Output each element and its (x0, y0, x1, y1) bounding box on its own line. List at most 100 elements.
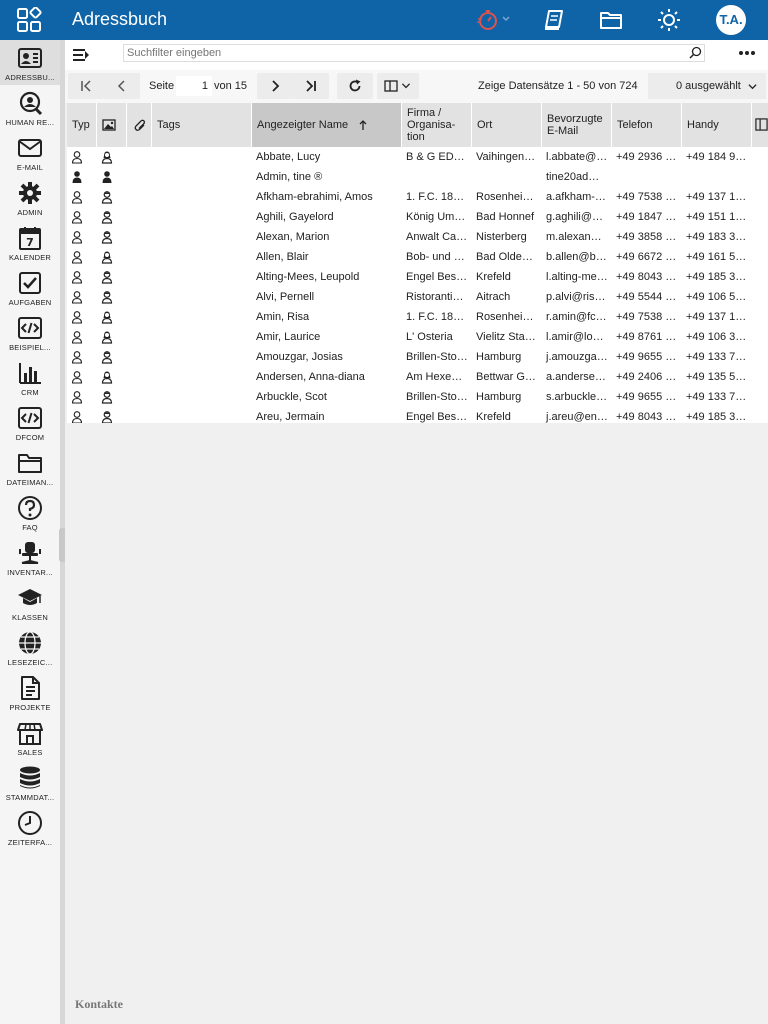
contact-type-icon (72, 171, 82, 183)
app-launcher-icon[interactable] (16, 7, 42, 33)
toggle-tree-button[interactable] (65, 42, 97, 68)
email-cell: s.arbuckle… (546, 391, 608, 403)
sidebar-item-klassen[interactable]: KLASSEN (0, 580, 60, 625)
search-input[interactable] (123, 44, 705, 62)
photo-cell (97, 147, 127, 167)
phone-cell: +49 3858 … (616, 231, 677, 243)
col-email-header[interactable]: Bevorzugte E-Mail (542, 103, 612, 147)
male-avatar-icon (101, 291, 113, 304)
phone-cell: +49 1847 … (616, 211, 677, 223)
table-row[interactable]: Alting-Mees, Leupold Engel Bes… Krefeld l.a… (67, 267, 768, 287)
sidebar-item-dfcom[interactable]: DFCOM (0, 400, 60, 445)
graduation-cap-icon (18, 589, 42, 605)
sidebar-item-lesezeic[interactable]: LESEZEIC... (0, 625, 60, 670)
chevron-down-icon[interactable] (501, 14, 511, 24)
search-icon[interactable] (689, 46, 702, 59)
sidebar-item-projekte[interactable]: PROJEKTE (0, 670, 60, 715)
sun-icon[interactable] (657, 8, 681, 32)
mobile-cell: +49 135 5… (686, 371, 747, 383)
col-type-header[interactable]: Typ (67, 103, 97, 147)
book-icon[interactable] (542, 8, 566, 32)
col-photo-header[interactable] (97, 103, 127, 147)
display-name-cell: Amin, Risa (256, 311, 310, 323)
sidebar-item-label: CRM (21, 388, 39, 397)
first-page-icon (81, 80, 91, 92)
table-row[interactable]: Arbuckle, Scot Brillen-Sto… Hamburg s.arbuc… (67, 387, 768, 407)
col-city-header[interactable]: Ort (472, 103, 542, 147)
phone-cell: +49 7538 … (616, 191, 677, 203)
photo-cell (97, 287, 127, 307)
more-options-icon[interactable] (737, 46, 757, 60)
timer-icon[interactable] (476, 8, 500, 32)
sidebar-item-human-re[interactable]: HUMAN RE... (0, 85, 60, 130)
sidebar-item-label: ADRESSBU... (5, 73, 55, 82)
sidebar-item-adressbu[interactable]: ADRESSBU... (0, 40, 60, 85)
sidebar-item-beispiel[interactable]: BEISPIEL... (0, 310, 60, 355)
table-row[interactable]: Aghili, Gayelord König Um… Bad Honnef g.agh… (67, 207, 768, 227)
sidebar-item-stammdat[interactable]: STAMMDAT... (0, 760, 60, 805)
sidebar-item-sales[interactable]: SALES (0, 715, 60, 760)
display-name-cell: Arbuckle, Scot (256, 391, 327, 403)
table-row[interactable]: Afkham-ebrahimi, Amos 1. F.C. 18… Rosenhei… (67, 187, 768, 207)
sidebar-item-aufgaben[interactable]: AUFGABEN (0, 265, 60, 310)
column-menu-icon[interactable] (755, 118, 768, 131)
male-avatar-icon (101, 191, 113, 204)
office-chair-icon (19, 542, 41, 564)
col-mobile-header[interactable]: Handy (682, 103, 752, 147)
city-cell: Nisterberg (476, 231, 527, 243)
table-row[interactable]: Abbate, Lucy B & G ED… Vaihingen… l.abbate@… (67, 147, 768, 167)
col-display-name-header[interactable]: Angezeigter Name (252, 103, 402, 147)
contacts-grid: Typ Tags Angezeigter Name Firma / Organisa-… (67, 103, 768, 423)
col-attachment-header[interactable] (127, 103, 152, 147)
selection-count-button[interactable]: 0 ausgewählt (648, 73, 766, 99)
user-avatar[interactable]: T.A. (716, 5, 746, 35)
sidebar-item-faq[interactable]: FAQ (0, 490, 60, 535)
sidebar-item-admin[interactable]: ADMIN (0, 175, 60, 220)
chevron-down-icon (401, 83, 411, 89)
table-row[interactable]: Andersen, Anna-diana Am Hexe… Bettwar G… a.… (67, 367, 768, 387)
column-header-label: Angezeigter Name (257, 119, 349, 131)
sidebar-item-zeiterfa[interactable]: ZEITERFA... (0, 805, 60, 850)
sidebar-item-kalender[interactable]: 7 KALENDER (0, 220, 60, 265)
city-cell: Vaihingen… (476, 151, 536, 163)
col-company-header[interactable]: Firma / Organisa-tion (402, 103, 472, 147)
sidebar-item-crm[interactable]: CRM (0, 355, 60, 400)
refresh-button[interactable] (337, 73, 373, 99)
company-cell: 1. F.C. 18… (406, 191, 465, 203)
table-row[interactable]: Amir, Laurice L' Osteria Vielitz Sta… l.ami… (67, 327, 768, 347)
phone-cell: +49 2936 … (616, 151, 677, 163)
city-cell: Bad Honnef (476, 211, 535, 223)
calendar-icon: 7 (19, 227, 41, 250)
col-tags-header[interactable]: Tags (152, 103, 252, 147)
photo-cell (97, 167, 127, 187)
column-header-label: Firma / Organisa-tion (407, 107, 456, 143)
col-phone-header[interactable]: Telefon (612, 103, 682, 147)
table-row[interactable]: Amin, Risa 1. F.C. 18… Rosenhei… r.amin@fc…… (67, 307, 768, 327)
type-cell (67, 267, 97, 287)
sidebar-item-dateiman[interactable]: DATEIMAN... (0, 445, 60, 490)
table-row[interactable]: Admin, tine ® tine20ad… (67, 167, 768, 187)
next-page-button[interactable] (257, 73, 293, 99)
sidebar-item-e-mail[interactable]: E-MAIL (0, 130, 60, 175)
table-row[interactable]: Allen, Blair Bob- und … Bad Olde… b.allen@b… (67, 247, 768, 267)
table-row[interactable]: Alvi, Pernell Ristoranti… Aitrach p.alvi@ri… (67, 287, 768, 307)
column-chooser-button[interactable] (377, 73, 419, 99)
sidebar-item-inventar[interactable]: INVENTAR... (0, 535, 60, 580)
city-cell: Rosenhei… (476, 191, 534, 203)
previous-page-button[interactable] (104, 73, 140, 99)
first-page-button[interactable] (68, 73, 104, 99)
last-page-button[interactable] (293, 73, 329, 99)
table-row[interactable]: Amouzgar, Josias Brillen-Sto… Hamburg j.amo… (67, 347, 768, 367)
company-cell: König Um… (406, 211, 466, 223)
folder-icon[interactable] (599, 8, 623, 32)
column-header-label: Telefon (617, 119, 653, 131)
type-cell (67, 307, 97, 327)
table-row[interactable]: Areu, Jermain Engel Bes… Krefeld j.areu@en…… (67, 407, 768, 423)
mobile-cell (682, 167, 752, 187)
display-name-cell: Abbate, Lucy (256, 151, 321, 163)
mobile-cell: +49 133 7… (686, 351, 747, 363)
table-row[interactable]: Alexan, Marion Anwalt Ca… Nisterberg m.alex… (67, 227, 768, 247)
clock-icon (18, 811, 42, 835)
checkbox-icon (19, 272, 41, 294)
page-number-input[interactable]: 1 (176, 76, 212, 96)
